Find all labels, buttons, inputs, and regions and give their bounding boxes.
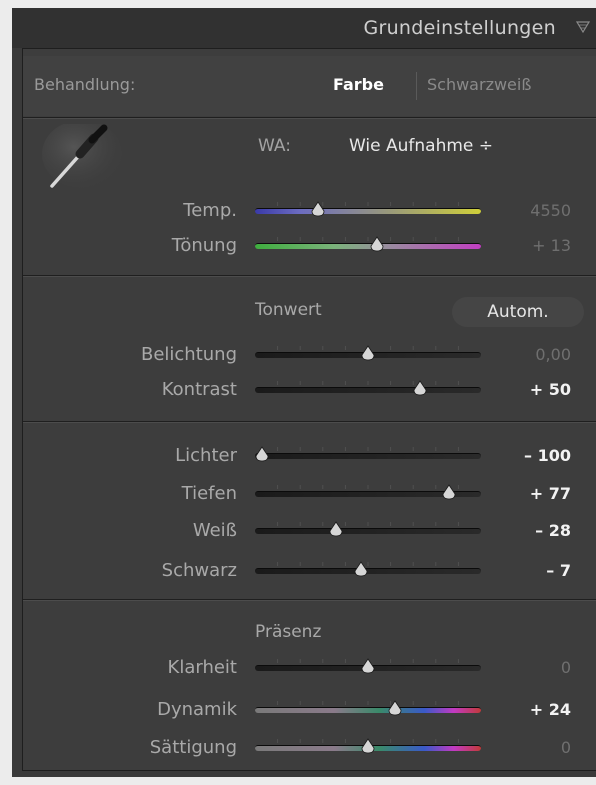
slider-label: Schwarz: [161, 560, 237, 581]
slider-value[interactable]: + 13: [532, 236, 571, 255]
section-divider-highlight: [23, 600, 596, 601]
slider-thumb[interactable]: [369, 236, 385, 252]
slider-label: Klarheit: [167, 657, 237, 678]
treatment-bw-option[interactable]: Schwarzweiß: [427, 75, 531, 94]
slider-ticks: [277, 237, 459, 241]
slider-value[interactable]: + 24: [530, 700, 571, 719]
slider-value[interactable]: 0: [561, 738, 571, 757]
wb-label: WA:: [258, 136, 291, 156]
panel-title: Grundeinstellungen: [363, 17, 556, 39]
slider-ticks: [277, 381, 459, 385]
window-edge: [0, 0, 12, 785]
slider-thumb[interactable]: [328, 521, 344, 537]
treatment-color-option[interactable]: Farbe: [333, 75, 384, 94]
slider-value[interactable]: 0: [561, 658, 571, 677]
slider-thumb[interactable]: [353, 561, 369, 577]
slider-track[interactable]: [255, 387, 481, 393]
eyedropper-icon[interactable]: [40, 124, 124, 194]
wb-dropdown[interactable]: Wie Aufnahme ÷: [349, 136, 493, 156]
tone-title: Tonwert: [255, 300, 322, 320]
slider-ticks: [277, 202, 459, 206]
section-divider-highlight: [23, 422, 596, 423]
slider-label: Lichter: [175, 445, 237, 466]
slider-thumb[interactable]: [360, 738, 376, 754]
treatment-label: Behandlung:: [34, 75, 136, 94]
section-divider-highlight: [23, 118, 596, 119]
slider-thumb[interactable]: [360, 658, 376, 674]
auto-tone-button[interactable]: Autom.: [452, 297, 584, 327]
slider-thumb[interactable]: [412, 380, 428, 396]
slider-thumb[interactable]: [310, 201, 326, 217]
slider-label: Kontrast: [161, 379, 237, 400]
slider-track[interactable]: [255, 208, 481, 214]
slider-thumb[interactable]: [360, 345, 376, 361]
slider-value[interactable]: – 100: [524, 446, 571, 465]
window-edge: [0, 0, 596, 8]
slider-ticks: [277, 447, 459, 451]
slider-track[interactable]: [255, 243, 481, 249]
section-divider-highlight: [23, 276, 596, 277]
slider-value[interactable]: – 28: [535, 521, 571, 540]
slider-track[interactable]: [255, 707, 481, 713]
treatment-divider: [416, 72, 417, 100]
slider-value[interactable]: 0,00: [535, 345, 571, 364]
slider-value[interactable]: + 50: [530, 380, 571, 399]
slider-ticks: [277, 522, 459, 526]
presence-title: Präsenz: [255, 622, 322, 642]
slider-ticks: [277, 701, 459, 705]
panel-header[interactable]: Grundeinstellungen: [12, 8, 596, 48]
slider-thumb[interactable]: [387, 700, 403, 716]
slider-label: Dynamik: [157, 699, 237, 720]
window-edge: [0, 777, 596, 785]
slider-thumb[interactable]: [254, 446, 270, 462]
slider-label: Belichtung: [140, 344, 237, 365]
slider-thumb[interactable]: [441, 484, 457, 500]
slider-label: Tiefen: [181, 483, 237, 504]
slider-label: Sättigung: [149, 737, 237, 758]
slider-label: Weiß: [192, 520, 237, 541]
slider-value[interactable]: + 77: [530, 484, 571, 503]
slider-track[interactable]: [255, 453, 481, 459]
basic-panel: Grundeinstellungen Behandlung: Farbe Sch…: [0, 0, 596, 785]
slider-value[interactable]: 4550: [530, 201, 571, 220]
slider-track[interactable]: [255, 528, 481, 534]
slider-label: Temp.: [183, 200, 237, 221]
collapse-triangle-icon[interactable]: [576, 19, 590, 35]
slider-label: Tönung: [171, 235, 237, 256]
slider-value[interactable]: – 7: [546, 561, 571, 580]
